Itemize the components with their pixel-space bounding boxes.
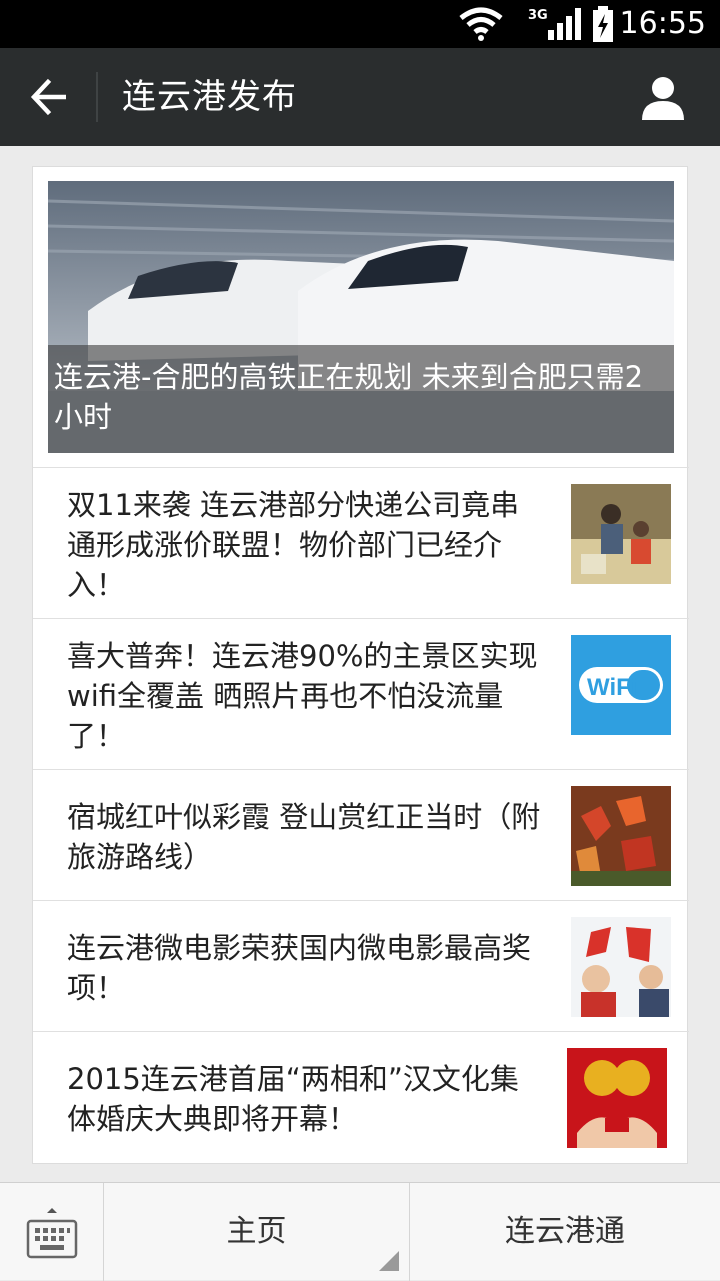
clock: 16:55 xyxy=(619,6,706,41)
signal-icon xyxy=(548,8,581,40)
article-title: 连云港微电影荣获国内微电影最高奖项！ xyxy=(67,931,532,1005)
nav-divider xyxy=(96,72,98,122)
network-type: 3G xyxy=(528,8,548,23)
article-title: 宿城红叶似彩霞 登山赏红正当时（附旅游路线） xyxy=(67,800,541,874)
article-thumbnail xyxy=(571,786,671,886)
article-title: 喜大普奔！连云港90%的主景区实现wifi全覆盖 晒照片再也不怕没流量了！ xyxy=(67,639,538,753)
article-item[interactable]: 双11来袭 连云港部分快递公司竟串通形成涨价联盟！物价部门已经介入！ xyxy=(33,467,689,618)
submenu-indicator-icon xyxy=(379,1251,399,1271)
tab-home-label: 主页 xyxy=(226,1214,287,1249)
nav-bar: 连云港发布 xyxy=(0,48,720,146)
article-thumbnail xyxy=(571,484,671,584)
keyboard-icon xyxy=(26,1208,78,1259)
article-thumbnail xyxy=(567,1048,667,1148)
battery-charging-icon xyxy=(593,6,613,42)
page-title: 连云港发布 xyxy=(122,77,297,117)
wifi-thumbnail: WiFi xyxy=(571,635,671,735)
article-item[interactable]: 连云港微电影荣获国内微电影最高奖项！ xyxy=(33,900,689,1031)
tab-lianyungang-label: 连云港通 xyxy=(505,1214,625,1249)
profile-icon[interactable] xyxy=(640,74,686,120)
svg-text:WiFi: WiFi xyxy=(587,674,637,701)
tab-lianyungang[interactable]: 连云港通 xyxy=(410,1183,720,1281)
tab-home[interactable]: 主页 xyxy=(104,1183,410,1281)
wifi-icon xyxy=(459,7,503,41)
hero-article[interactable]: 连云港-合肥的高铁正在规划 未来到合肥只需2小时 xyxy=(48,181,674,453)
article-thumbnail xyxy=(571,917,671,1017)
status-bar: 3G 16:55 xyxy=(0,0,720,48)
bottom-bar: 主页 连云港通 xyxy=(0,1182,720,1281)
article-item[interactable]: 宿城红叶似彩霞 登山赏红正当时（附旅游路线） xyxy=(33,769,689,900)
article-item[interactable]: 喜大普奔！连云港90%的主景区实现wifi全覆盖 晒照片再也不怕没流量了！ Wi… xyxy=(33,618,689,769)
keyboard-toggle[interactable] xyxy=(0,1183,104,1281)
hero-caption: 连云港-合肥的高铁正在规划 未来到合肥只需2小时 xyxy=(48,345,674,453)
article-title: 2015连云港首届“两相和”汉文化集体婚庆大典即将开幕！ xyxy=(67,1062,519,1136)
article-card: 连云港-合肥的高铁正在规划 未来到合肥只需2小时 双11来袭 连云港部分快递公司… xyxy=(32,166,689,1164)
article-item[interactable]: 2015连云港首届“两相和”汉文化集体婚庆大典即将开幕！ xyxy=(33,1031,689,1164)
back-arrow-icon[interactable] xyxy=(28,76,70,118)
article-title: 双11来袭 连云港部分快递公司竟串通形成涨价联盟！物价部门已经介入！ xyxy=(67,488,520,602)
